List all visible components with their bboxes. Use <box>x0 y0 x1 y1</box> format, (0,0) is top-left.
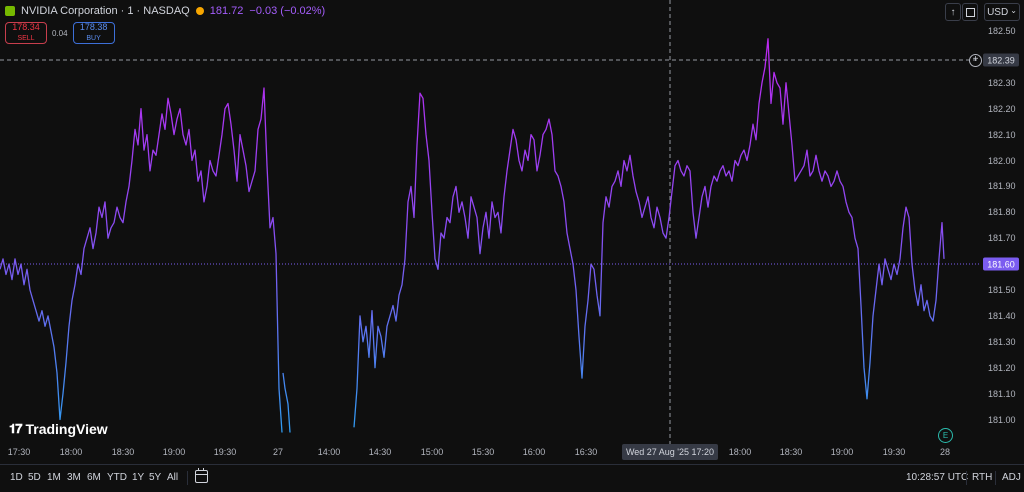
range-ytd[interactable]: YTD <box>107 472 127 483</box>
sell-button[interactable]: 178.34 SELL <box>5 22 47 44</box>
price-tick: 182.50 <box>988 26 1016 36</box>
price-line-segment-2 <box>353 38 945 428</box>
price-tick: 182.00 <box>988 155 1016 166</box>
price-tick: 181.80 <box>988 207 1016 218</box>
session-toggle[interactable]: RTH <box>972 472 992 483</box>
time-tick: 27 <box>272 447 284 457</box>
range-6m[interactable]: 6M <box>87 472 101 483</box>
time-tick: 14:00 <box>317 447 341 457</box>
tradingview-watermark: 𝟏𝟕 TradingView <box>9 421 108 437</box>
currency-value: USD <box>987 6 1009 18</box>
time-tick: 18:30 <box>111 447 135 457</box>
price-change: −0.03 (−0.02%) <box>249 5 326 17</box>
price-tick: 181.30 <box>988 336 1016 347</box>
range-1d[interactable]: 1D <box>10 472 23 483</box>
sell-label: SELL <box>17 35 35 42</box>
range-5y[interactable]: 5Y <box>149 472 161 483</box>
time-tick: 28 <box>939 447 951 457</box>
trade-panel: 178.34 SELL 0.04 178.38 BUY <box>5 22 115 44</box>
fullscreen-button[interactable] <box>962 3 978 21</box>
last-price: 181.72 <box>209 5 244 17</box>
range-5d[interactable]: 5D <box>28 472 41 483</box>
publish-button[interactable]: ↑ <box>945 3 961 21</box>
nvidia-logo-icon <box>5 6 15 16</box>
chart-legend: NVIDIA Corporation · 1 · NASDAQ 181.72 −… <box>5 3 325 19</box>
price-tick: 182.30 <box>988 77 1016 88</box>
time-tick: 19:30 <box>882 447 906 457</box>
up-arrow-icon: ↑ <box>950 6 956 18</box>
adj-toggle[interactable]: ADJ <box>1002 472 1021 483</box>
price-tick: 181.20 <box>988 362 1016 373</box>
toolbar-divider <box>966 471 967 485</box>
time-tick: 18:00 <box>59 447 83 457</box>
last-price-label: 181.60 <box>983 257 1019 271</box>
time-tick: 16:00 <box>522 447 546 457</box>
toolbar-divider <box>187 471 188 485</box>
spread-value: 0.04 <box>52 28 68 38</box>
time-tick: 19:00 <box>830 447 854 457</box>
range-1y[interactable]: 1Y <box>132 472 144 483</box>
price-tick: 181.50 <box>988 285 1016 295</box>
market-status-icon[interactable] <box>195 7 204 15</box>
crosshair-price-label: 182.39 <box>983 53 1019 67</box>
sell-price: 178.34 <box>12 22 40 32</box>
price-tick: 181.00 <box>988 414 1016 425</box>
time-tick: 19:30 <box>213 447 237 457</box>
price-tick: 181.10 <box>988 388 1016 399</box>
watermark-text: TradingView <box>25 421 108 437</box>
toolbar-divider <box>995 471 996 485</box>
time-tick: 18:00 <box>728 447 752 457</box>
tradingview-app: NVIDIA Corporation · 1 · NASDAQ 181.72 −… <box>0 0 1024 492</box>
time-tick: 18:30 <box>779 447 803 457</box>
price-tick: 181.70 <box>988 233 1016 244</box>
time-tick: 16:30 <box>574 447 598 457</box>
price-line-segment-0 <box>0 87 283 433</box>
price-tick: 181.40 <box>988 310 1016 321</box>
price-tick: 182.20 <box>988 103 1016 114</box>
time-tick: 15:00 <box>420 447 444 457</box>
time-tick: 17:30 <box>7 447 31 457</box>
earnings-marker[interactable]: E <box>938 428 953 443</box>
time-tick: 19:00 <box>162 447 186 457</box>
range-all[interactable]: All <box>167 472 178 483</box>
fullscreen-icon <box>965 7 975 17</box>
calendar-icon[interactable] <box>195 468 208 483</box>
plus-icon[interactable]: + <box>969 54 982 67</box>
symbol-title[interactable]: NVIDIA Corporation · 1 · NASDAQ <box>21 5 190 17</box>
time-tick: 14:30 <box>368 447 392 457</box>
price-tick: 182.10 <box>988 129 1016 140</box>
currency-select[interactable]: USD ⌄ <box>984 3 1020 21</box>
time-tick: 15:30 <box>471 447 495 457</box>
chevron-down-icon: ⌄ <box>1010 5 1017 15</box>
buy-price: 178.38 <box>79 22 108 32</box>
range-3m[interactable]: 3M <box>67 472 81 483</box>
bottom-toolbar: 1D 5D 1M 3M 6M YTD 1Y 5Y All 10:28:57 UT… <box>0 464 1024 492</box>
buy-button[interactable]: 178.38 BUY <box>72 22 115 44</box>
clock-readout[interactable]: 10:28:57 UTC <box>906 472 968 483</box>
buy-label: BUY <box>86 35 101 42</box>
price-chart[interactable] <box>0 0 1024 491</box>
tradingview-logo-icon: 𝟏𝟕 <box>9 421 23 436</box>
range-1m[interactable]: 1M <box>47 472 61 483</box>
price-line-segment-1 <box>282 372 291 433</box>
price-tick: 181.90 <box>988 181 1016 192</box>
crosshair-time-label: Wed 27 Aug '25 17:20 <box>622 444 718 460</box>
